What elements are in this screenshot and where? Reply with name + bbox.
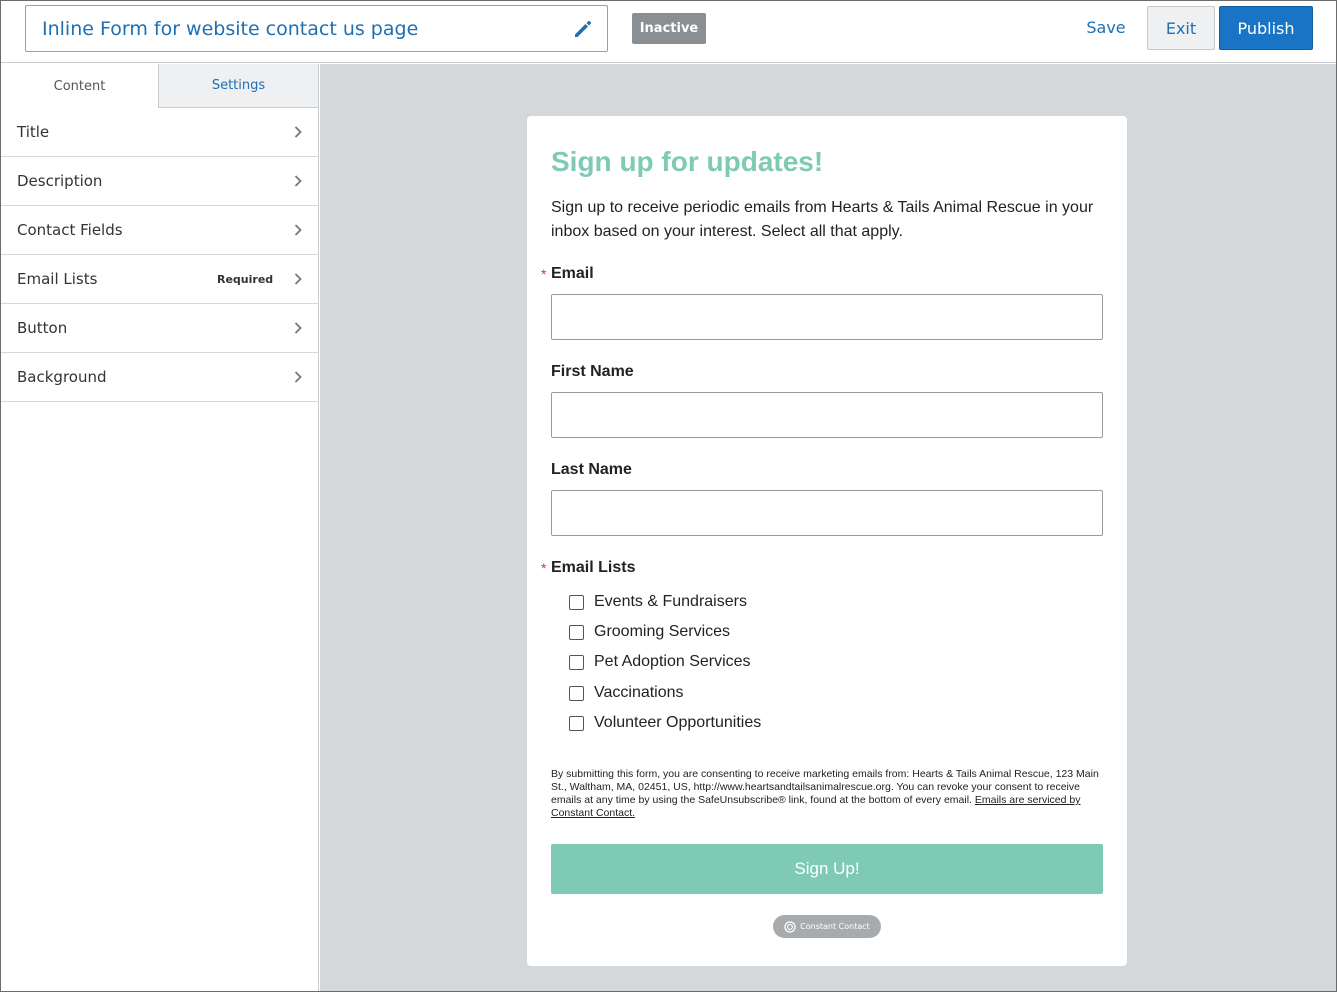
tab-settings[interactable]: Settings [159, 64, 318, 108]
chevron-right-icon [294, 126, 302, 138]
form-name-text: Inline Form for website contact us page [42, 18, 419, 40]
last-name-input[interactable] [551, 490, 1103, 536]
top-bar: Inline Form for website contact us page … [1, 1, 1336, 63]
checkbox-label: Grooming Services [594, 623, 731, 640]
checkbox-vaccinations[interactable]: Vaccinations [569, 682, 684, 704]
first-name-label: First Name [551, 363, 634, 380]
chevron-right-icon [294, 175, 302, 187]
chevron-right-icon [294, 322, 302, 334]
tab-content[interactable]: Content [1, 64, 159, 108]
checkbox[interactable] [569, 654, 584, 670]
sidebar-item-label: Title [17, 123, 50, 141]
chevron-right-icon [294, 224, 302, 236]
sidebar-tabs: Content Settings [1, 64, 318, 108]
checkbox-label: Vaccinations [594, 684, 684, 701]
sidebar-item-button[interactable]: Button [1, 304, 318, 353]
checkbox[interactable] [569, 685, 584, 701]
checkbox-volunteer-opportunities[interactable]: Volunteer Opportunities [569, 712, 761, 734]
required-marker: * [541, 266, 547, 282]
required-marker: * [541, 560, 547, 576]
sidebar-item-label: Description [17, 172, 103, 190]
checkbox-label: Volunteer Opportunities [594, 714, 762, 731]
sidebar-item-label: Email Lists [17, 270, 98, 288]
checkbox-events-fundraisers[interactable]: Events & Fundraisers [569, 591, 747, 613]
form-description[interactable]: Sign up to receive periodic emails from … [551, 196, 1107, 244]
checkbox-label: Events & Fundraisers [594, 593, 747, 610]
chevron-right-icon [294, 371, 302, 383]
sidebar-menu: Title Description Contact Fields Email L… [1, 108, 318, 402]
form-title[interactable]: Sign up for updates! [551, 146, 823, 178]
required-tag: Required [217, 273, 274, 286]
exit-button[interactable]: Exit [1147, 6, 1215, 50]
constant-contact-logo-icon [784, 920, 796, 933]
checkbox[interactable] [569, 715, 584, 731]
form-name-field[interactable]: Inline Form for website contact us page [25, 5, 608, 52]
constant-contact-badge: Constant Contact [773, 915, 881, 938]
sidebar-item-background[interactable]: Background [1, 353, 318, 402]
preview-canvas: Sign up for updates! Sign up to receive … [320, 64, 1336, 991]
pencil-icon[interactable] [571, 17, 595, 41]
checkbox-label: Pet Adoption Services [594, 653, 751, 670]
sidebar-item-contact-fields[interactable]: Contact Fields [1, 206, 318, 255]
sidebar-item-label: Background [17, 368, 107, 386]
sign-up-button[interactable]: Sign Up! [551, 844, 1103, 894]
checkbox[interactable] [569, 594, 584, 610]
sidebar-item-label: Contact Fields [17, 221, 123, 239]
sidebar-item-description[interactable]: Description [1, 157, 318, 206]
checkbox-grooming-services[interactable]: Grooming Services [569, 621, 730, 643]
signup-form-preview: Sign up for updates! Sign up to receive … [527, 116, 1127, 966]
sidebar-item-email-lists[interactable]: Email Lists Required [1, 255, 318, 304]
constant-contact-label: Constant Contact [800, 922, 870, 931]
status-badge: Inactive [632, 13, 706, 44]
email-label: Email [551, 265, 594, 282]
first-name-input[interactable] [551, 392, 1103, 438]
chevron-right-icon [294, 273, 302, 285]
last-name-label: Last Name [551, 461, 632, 478]
sidebar: Content Settings Title Description Conta… [1, 64, 319, 991]
publish-button[interactable]: Publish [1219, 6, 1313, 50]
email-lists-label: Email Lists [551, 559, 636, 576]
sidebar-item-label: Button [17, 319, 68, 337]
email-input[interactable] [551, 294, 1103, 340]
save-button[interactable]: Save [1081, 18, 1131, 40]
checkbox[interactable] [569, 624, 584, 640]
consent-text: By submitting this form, you are consent… [551, 768, 1107, 820]
checkbox-pet-adoption-services[interactable]: Pet Adoption Services [569, 651, 751, 673]
sidebar-item-title[interactable]: Title [1, 108, 318, 157]
